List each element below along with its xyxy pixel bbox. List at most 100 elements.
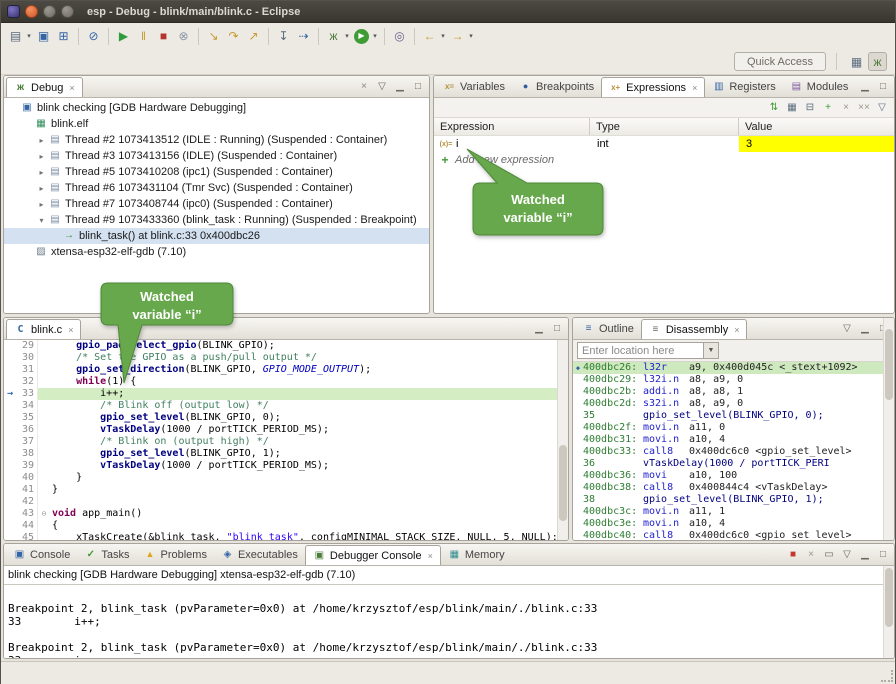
reorder-icon[interactable]: ⇅ <box>766 100 782 116</box>
code-line[interactable]: 30 /* Set the GPIO as a push/pull output… <box>4 352 568 364</box>
debug-tree-item[interactable]: ▸Thread #3 1073413156 (IDLE) (Suspended … <box>4 148 429 164</box>
close-tab-icon[interactable]: × <box>69 83 74 93</box>
save-all-icon[interactable]: ⊞ <box>54 27 73 46</box>
disassembly-line[interactable]: 400dbc2f:movi.na11, 0 <box>573 422 894 434</box>
view-menu-icon[interactable]: ▽ <box>839 547 855 563</box>
code-line[interactable]: 29 gpio_pad_select_gpio(BLINK_GPIO); <box>4 340 568 352</box>
forward-icon[interactable]: → <box>448 27 467 46</box>
minimize-icon[interactable]: ▁ <box>531 321 547 337</box>
back-icon[interactable]: ← <box>420 27 439 46</box>
tab-debug[interactable]: Debug× <box>6 77 83 97</box>
disassembly-lines[interactable]: ◆400dbc26:l32ra9, 0x400d045c <_stext+109… <box>573 362 894 540</box>
suspend-icon[interactable]: ‖ <box>134 27 153 46</box>
minimize-icon[interactable]: ▁ <box>857 79 873 95</box>
layout-icon[interactable]: ▦ <box>784 100 800 116</box>
column-header-value[interactable]: Value <box>739 118 894 135</box>
code-line[interactable]: 42 <box>4 496 568 508</box>
debug-tree-item[interactable]: ▾Thread #9 1073433360 (blink_task : Runn… <box>4 212 429 228</box>
code-line[interactable]: 37 /* Blink on (output high) */ <box>4 436 568 448</box>
console-scrollbar[interactable] <box>883 566 894 658</box>
resume-icon[interactable]: ▶ <box>114 27 133 46</box>
tab-registers[interactable]: Registers <box>705 76 782 97</box>
disassembly-line[interactable]: 400dbc2d:s32i.na8, a9, 0 <box>573 398 894 410</box>
debug-icon[interactable]: ж <box>324 27 343 46</box>
tab-tasks[interactable]: Tasks <box>77 544 136 565</box>
step-into-icon[interactable]: ↘ <box>204 27 223 46</box>
instruction-stepping-icon[interactable]: ⇢ <box>294 27 313 46</box>
tab-console[interactable]: Console <box>6 544 77 565</box>
tab-executables[interactable]: Executables <box>214 544 305 565</box>
tab-modules[interactable]: Modules <box>783 76 856 97</box>
drop-to-frame-icon[interactable]: ↧ <box>274 27 293 46</box>
column-header-type[interactable]: Type <box>590 118 739 135</box>
debug-tree-item[interactable]: ▸Thread #5 1073410208 (ipc1) (Suspended … <box>4 164 429 180</box>
view-menu-icon[interactable]: ▽ <box>874 100 890 116</box>
disassembly-line[interactable]: 400dbc33:call80x400dc6c0 <gpio_set_level… <box>573 446 894 458</box>
code-line[interactable]: 34 /* Blink off (output low) */ <box>4 400 568 412</box>
code-line[interactable]: →33 i++; <box>4 388 568 400</box>
tab-breakpoints[interactable]: Breakpoints <box>512 76 601 97</box>
save-icon[interactable]: ▣ <box>34 27 53 46</box>
dropdown-arrow-icon[interactable]: ▾ <box>25 32 33 40</box>
resize-grip-icon[interactable] <box>881 670 893 682</box>
view-menu-icon[interactable]: ▽ <box>839 321 855 337</box>
expand-arrow-icon[interactable]: ▸ <box>36 200 47 209</box>
expand-arrow-icon[interactable]: ▸ <box>36 136 47 145</box>
disassembly-line[interactable]: 400dbc3e:movi.na10, 4 <box>573 518 894 530</box>
debug-tree-item[interactable]: ▸Thread #6 1073431104 (Tmr Svc) (Suspend… <box>4 180 429 196</box>
close-window-button[interactable] <box>25 5 38 18</box>
skip-all-breakpoints-icon[interactable]: ⊘ <box>84 27 103 46</box>
disassembly-line[interactable]: 400dbc38:call80x400844c4 <vTaskDelay> <box>573 482 894 494</box>
maximize-window-button[interactable] <box>61 5 74 18</box>
close-tab-icon[interactable]: × <box>428 551 433 561</box>
code-line[interactable]: 36 vTaskDelay(1000 / portTICK_PERIOD_MS)… <box>4 424 568 436</box>
debug-tree-item[interactable]: blink.elf <box>4 116 429 132</box>
maximize-icon[interactable]: □ <box>875 79 891 95</box>
tab-expressions[interactable]: Expressions× <box>601 77 705 97</box>
remove-launch-icon[interactable]: × <box>803 547 819 563</box>
step-over-icon[interactable]: ↷ <box>224 27 243 46</box>
disassembly-line[interactable]: 36vTaskDelay(1000 / portTICK_PERI <box>573 458 894 470</box>
code-line[interactable]: 32 while(1) { <box>4 376 568 388</box>
step-return-icon[interactable]: ↗ <box>244 27 263 46</box>
dropdown-arrow-icon[interactable]: ▾ <box>467 32 475 40</box>
tab-disassembly[interactable]: Disassembly× <box>641 319 748 339</box>
console-scrollbar-thumb[interactable] <box>885 568 893 627</box>
debug-perspective-icon[interactable]: ж <box>868 52 887 71</box>
location-combo[interactable]: Enter location here ▼ <box>577 342 719 359</box>
close-tab-icon[interactable]: × <box>734 325 739 335</box>
tab-debugger-console[interactable]: Debugger Console× <box>305 545 441 565</box>
clear-console-icon[interactable]: ▭ <box>821 547 837 563</box>
debug-tree-item[interactable]: blink_task() at blink.c:33 0x400dbc26 <box>4 228 429 244</box>
view-menu-icon[interactable]: ▽ <box>374 79 390 95</box>
search-icon[interactable]: ◎ <box>390 27 409 46</box>
remove-all-expressions-icon[interactable]: ×× <box>856 100 872 116</box>
new-wizard-icon[interactable]: ▤ <box>6 27 25 46</box>
dropdown-arrow-icon[interactable]: ▾ <box>371 32 379 40</box>
disassembly-line[interactable]: 400dbc31:movi.na10, 4 <box>573 434 894 446</box>
code-line[interactable]: 31 gpio_set_direction(BLINK_GPIO, GPIO_M… <box>4 364 568 376</box>
code-line[interactable]: 39 vTaskDelay(1000 / portTICK_PERIOD_MS)… <box>4 460 568 472</box>
editor-scrollbar[interactable] <box>557 340 568 541</box>
disassembly-line[interactable]: 35gpio_set_level(BLINK_GPIO, 0); <box>573 410 894 422</box>
collapse-all-icon[interactable]: ⊟ <box>802 100 818 116</box>
dropdown-arrow-icon[interactable]: ▾ <box>343 32 351 40</box>
open-perspective-icon[interactable]: ▦ <box>847 52 866 71</box>
remove-terminated-icon[interactable]: × <box>356 79 372 95</box>
disassembly-line[interactable]: 38gpio_set_level(BLINK_GPIO, 1); <box>573 494 894 506</box>
tab-problems[interactable]: Problems <box>136 544 213 565</box>
code-line[interactable]: 44{ <box>4 520 568 532</box>
combo-dropdown-icon[interactable]: ▼ <box>703 343 718 358</box>
code-line[interactable]: 41} <box>4 484 568 496</box>
expand-arrow-icon[interactable]: ▾ <box>36 216 47 225</box>
expand-arrow-icon[interactable]: ▸ <box>36 184 47 193</box>
expand-arrow-icon[interactable]: ▸ <box>36 168 47 177</box>
dropdown-arrow-icon[interactable]: ▾ <box>439 32 447 40</box>
tab-memory[interactable]: Memory <box>441 544 512 565</box>
disassembly-line[interactable]: 400dbc36:movia10, 100 <box>573 470 894 482</box>
maximize-icon[interactable]: □ <box>549 321 565 337</box>
run-icon[interactable]: ▶ <box>354 29 369 44</box>
debug-tree-item[interactable]: blink checking [GDB Hardware Debugging] <box>4 100 429 116</box>
disassembly-line[interactable]: 400dbc2b:addi.na8, a8, 1 <box>573 386 894 398</box>
maximize-icon[interactable]: □ <box>410 79 426 95</box>
